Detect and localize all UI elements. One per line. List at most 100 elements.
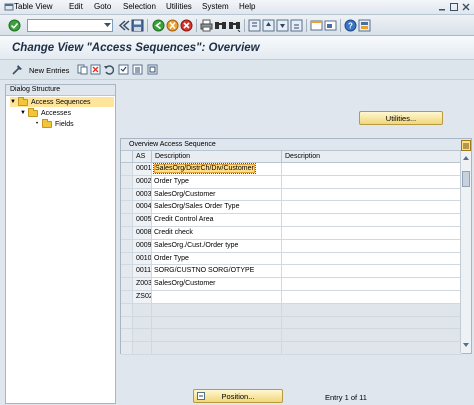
cell-description-2[interactable] [282, 163, 462, 176]
row-selector[interactable] [121, 188, 133, 202]
history-back-icon[interactable] [117, 19, 130, 32]
exit-icon[interactable] [166, 19, 179, 32]
row-selector[interactable] [121, 163, 133, 176]
table-row[interactable]: 0002 Order Type [121, 175, 462, 189]
find-icon[interactable] [214, 19, 227, 32]
row-selector[interactable] [121, 291, 133, 304]
table-row[interactable]: 0001 SalesOrg/DistrCh/Div/Customer [121, 163, 462, 176]
cell-description-2[interactable] [282, 316, 462, 330]
cell-description[interactable]: SalesOrg/Customer [152, 278, 282, 291]
find-next-icon[interactable] [228, 19, 241, 32]
print-icon[interactable] [200, 19, 213, 32]
vertical-scrollbar[interactable] [460, 140, 471, 353]
table-row[interactable]: 0005 Credit Control Area [121, 214, 462, 227]
row-selector-header[interactable] [121, 151, 133, 163]
select-block-icon[interactable] [132, 64, 143, 75]
row-selector[interactable] [121, 252, 133, 266]
scroll-up-icon[interactable] [462, 154, 470, 162]
cell-description-2[interactable] [282, 252, 462, 266]
table-row[interactable]: Z003 SalesOrg/Customer [121, 278, 462, 291]
cell-description[interactable] [152, 303, 282, 317]
menu-edit[interactable]: Edit [69, 2, 83, 11]
save-icon[interactable] [131, 19, 144, 32]
column-header-as[interactable]: AS [133, 151, 152, 163]
menu-system[interactable]: System [202, 2, 229, 11]
table-row[interactable]: 0009 SalesOrg./Cust./Order type [121, 239, 462, 253]
cell-description-2[interactable] [282, 214, 462, 227]
table-row[interactable]: 0003 SalesOrg/Customer [121, 188, 462, 202]
table-row[interactable] [121, 329, 462, 343]
cancel-icon[interactable] [180, 19, 193, 32]
tree-item-accesses[interactable]: ▼ Accesses [20, 107, 114, 118]
cell-description-2[interactable] [282, 278, 462, 291]
cell-description[interactable]: Credit check [152, 227, 282, 240]
cell-description[interactable] [152, 291, 282, 304]
chevron-down-icon[interactable] [102, 20, 112, 31]
row-selector[interactable] [121, 175, 133, 189]
table-row[interactable] [121, 316, 462, 330]
table-settings-icon[interactable] [461, 140, 471, 151]
expand-triangle-icon[interactable]: ▼ [10, 99, 16, 105]
command-field[interactable] [27, 19, 113, 32]
column-header-description[interactable]: Description [152, 151, 282, 163]
cell-description[interactable]: SalesOrg./Cust./Order type [152, 239, 282, 253]
scroll-thumb[interactable] [462, 171, 470, 187]
cell-description[interactable]: Order Type [152, 252, 282, 266]
table-row[interactable]: 0008 Credit check [121, 227, 462, 240]
menu-help[interactable]: Help [239, 2, 255, 11]
row-selector[interactable] [121, 303, 133, 317]
row-selector[interactable] [121, 265, 133, 279]
cell-description-2[interactable] [282, 303, 462, 317]
enter-icon[interactable] [8, 19, 21, 32]
column-header-description-2[interactable]: Description [282, 151, 462, 163]
next-page-icon[interactable] [276, 19, 289, 32]
select-all-icon[interactable] [118, 64, 129, 75]
table-row[interactable] [121, 342, 462, 355]
cell-description[interactable]: SalesOrg/DistrCh/Div/Customer [152, 163, 282, 176]
deselect-all-icon[interactable] [147, 64, 158, 75]
table-row[interactable]: 0004 SalesOrg/Sales Order Type [121, 201, 462, 215]
utilities-button[interactable]: Utilities... [359, 111, 443, 125]
cell-description-2[interactable] [282, 265, 462, 279]
row-selector[interactable] [121, 239, 133, 253]
cell-description[interactable]: Order Type [152, 175, 282, 189]
new-entries-button[interactable]: New Entries [29, 66, 69, 75]
scroll-down-icon[interactable] [462, 341, 470, 349]
table-row[interactable]: 0011 SORG/CUSTNO SORG/OTYPE [121, 265, 462, 279]
cell-description[interactable] [152, 342, 282, 355]
copy-as-icon[interactable] [77, 64, 88, 75]
cell-description[interactable]: SalesOrg/Customer [152, 188, 282, 202]
create-session-icon[interactable] [310, 19, 323, 32]
maximize-icon[interactable] [449, 2, 459, 12]
row-selector[interactable] [121, 201, 133, 215]
position-button[interactable]: Position... [193, 389, 283, 403]
tree-item-fields[interactable]: • Fields [34, 118, 114, 129]
cell-description-2[interactable] [282, 227, 462, 240]
cell-description[interactable]: SalesOrg/Sales Order Type [152, 201, 282, 215]
display-change-icon[interactable] [12, 64, 23, 75]
previous-page-icon[interactable] [262, 19, 275, 32]
cell-description[interactable] [152, 316, 282, 330]
cell-description-2[interactable] [282, 188, 462, 202]
cell-description-2[interactable] [282, 342, 462, 355]
cell-description-2[interactable] [282, 175, 462, 189]
back-icon[interactable] [152, 19, 165, 32]
cell-description-2[interactable] [282, 239, 462, 253]
menu-selection[interactable]: Selection [123, 2, 156, 11]
customize-layout-icon[interactable] [358, 19, 371, 32]
menu-utilities[interactable]: Utilities [166, 2, 192, 11]
cell-description-2[interactable] [282, 329, 462, 343]
row-selector[interactable] [121, 316, 133, 330]
row-selector[interactable] [121, 227, 133, 240]
row-selector[interactable] [121, 342, 133, 355]
cell-description[interactable]: Credit Control Area [152, 214, 282, 227]
sap-menu-icon[interactable] [4, 2, 14, 12]
row-selector[interactable] [121, 278, 133, 291]
minimize-icon[interactable] [437, 2, 447, 12]
menu-goto[interactable]: Goto [94, 2, 111, 11]
undo-change-icon[interactable] [103, 64, 114, 75]
last-page-icon[interactable] [290, 19, 303, 32]
menu-table-view[interactable]: Table View [14, 2, 53, 11]
shortcut-icon[interactable] [324, 19, 337, 32]
cell-description-2[interactable] [282, 291, 462, 304]
